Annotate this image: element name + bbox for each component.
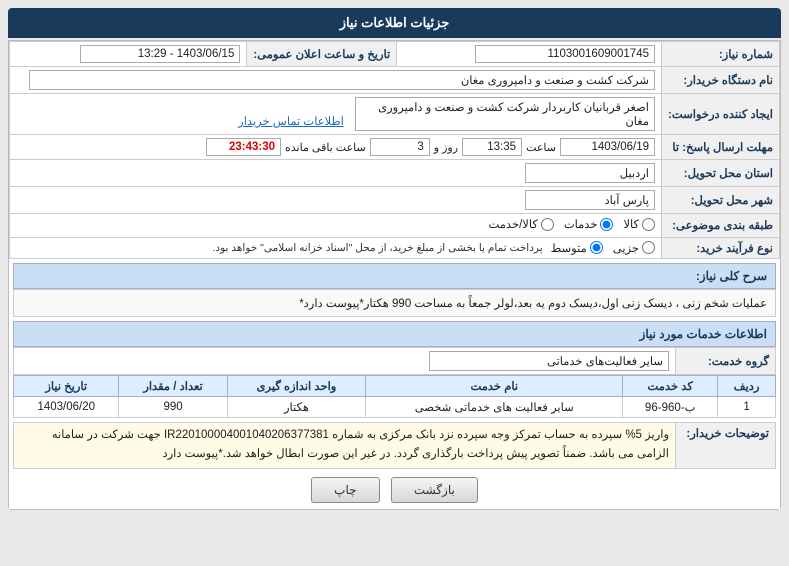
description-header: سرح کلی نیاز: (13, 263, 776, 289)
buyer-label: نام دستگاه خریدار: (662, 67, 780, 94)
buyer-value: شرکت کشت و صنعت و دامپروری مغان (10, 67, 662, 94)
response-time-box[interactable]: 13:35 (462, 138, 522, 156)
cell-unit: هکتار (227, 396, 366, 417)
creator-label: ایجاد کننده درخواست: (662, 94, 780, 135)
print-button[interactable]: چاپ (311, 477, 379, 503)
cell-row: 1 (718, 396, 776, 417)
col-date: تاریخ نیاز (14, 375, 119, 396)
col-code: کد خدمت (623, 375, 718, 396)
table-row: 1ب-960-96سایر فعالیت های خدماتی شخصیهکتا… (14, 396, 776, 417)
response-time-label: ساعت (526, 141, 556, 154)
notes-value: واریز 5% سپرده به حساب تمرکز وجه سپرده ن… (14, 422, 676, 468)
page-title: جزئیات اطلاعات نیاز (340, 15, 450, 30)
col-qty: تعداد / مقدار (119, 375, 227, 396)
buyer-box[interactable]: شرکت کشت و صنعت و دامپروری مغان (29, 70, 655, 90)
province-label: استان محل تحویل: (662, 160, 780, 187)
province-box[interactable]: اردبیل (525, 163, 655, 183)
category-value: کالا خدمات کالا/خدمت (10, 214, 662, 238)
col-unit: واحد اندازه گیری (227, 375, 366, 396)
response-deadline-value: 1403/06/19 ساعت 13:35 روز و 3 ساعت باقی … (10, 135, 662, 160)
category-kala-option[interactable]: کالا (623, 217, 655, 231)
process-motavaset-option[interactable]: متوسط (551, 241, 603, 255)
process-label: نوع فرآیند خرید: (662, 237, 780, 258)
service-group-box[interactable]: سایر فعالیت‌های خدماتی (429, 351, 669, 371)
process-jozvi-option[interactable]: جزیی (613, 241, 655, 255)
description-content: عملیات شخم زنی ، دیسک زنی اول،دیسک دوم ی… (13, 289, 776, 317)
response-remaining-label: ساعت باقی مانده (285, 141, 366, 154)
cell-name: سایر فعالیت های خدماتی شخصی (366, 396, 623, 417)
category-kala-khadamat-option[interactable]: کالا/خدمت (488, 217, 553, 231)
response-remaining-box[interactable]: 23:43:30 (206, 138, 281, 156)
request-number-label: شماره نیاز: (662, 42, 780, 67)
service-info-header: اطلاعات خدمات مورد نیاز (13, 321, 776, 347)
creator-link[interactable]: اطلاعات تماس خریدار (238, 116, 344, 128)
page-header: جزئیات اطلاعات نیاز (8, 8, 781, 38)
response-days-box[interactable]: 3 (370, 138, 430, 156)
province-value: اردبیل (10, 160, 662, 187)
process-note: پرداخت تمام یا بخشی از مبلغ خرید، از محل… (213, 242, 543, 254)
date-value: 1403/06/15 - 13:29 (10, 42, 247, 67)
button-row: بازگشت چاپ (9, 469, 780, 509)
date-label: تاریخ و ساعت اعلان عمومی: (247, 42, 397, 67)
creator-box[interactable]: اصغر قربانیان کاربردار شرکت کشت و صنعت و… (355, 97, 655, 131)
col-row: ردیف (718, 375, 776, 396)
creator-value: اصغر قربانیان کاربردار شرکت کشت و صنعت و… (10, 94, 662, 135)
response-day-label: روز و (434, 141, 458, 154)
city-box[interactable]: پارس آباد (525, 190, 655, 210)
cell-quantity: 990 (119, 396, 227, 417)
back-button[interactable]: بازگشت (391, 477, 478, 503)
city-value: پارس آباد (10, 187, 662, 214)
cell-date: 1403/06/20 (14, 396, 119, 417)
response-deadline-label: مهلت ارسال پاسخ: تا (662, 135, 780, 160)
col-name: نام خدمت (366, 375, 623, 396)
category-khadamat-option[interactable]: خدمات (564, 217, 614, 231)
request-number-value: 1103001609001745 (397, 42, 662, 67)
service-group-value: سایر فعالیت‌های خدماتی (14, 347, 676, 374)
request-number-box[interactable]: 1103001609001745 (475, 45, 655, 63)
process-value: جزیی متوسط پرداخت تمام یا بخشی از مبلغ خ… (10, 237, 662, 258)
date-box[interactable]: 1403/06/15 - 13:29 (80, 45, 240, 63)
response-date-box[interactable]: 1403/06/19 (560, 138, 655, 156)
service-table: ردیف کد خدمت نام خدمت واحد اندازه گیری ت… (13, 375, 776, 418)
notes-label: توضیحات خریدار: (676, 422, 776, 468)
category-label: طبقه بندی موضوعی: (662, 214, 780, 238)
city-label: شهر محل تحویل: (662, 187, 780, 214)
cell-code: ب-960-96 (623, 396, 718, 417)
info-table: شماره نیاز: 1103001609001745 تاریخ و ساع… (9, 41, 780, 259)
service-group-label: گروه خدمت: (676, 347, 776, 374)
